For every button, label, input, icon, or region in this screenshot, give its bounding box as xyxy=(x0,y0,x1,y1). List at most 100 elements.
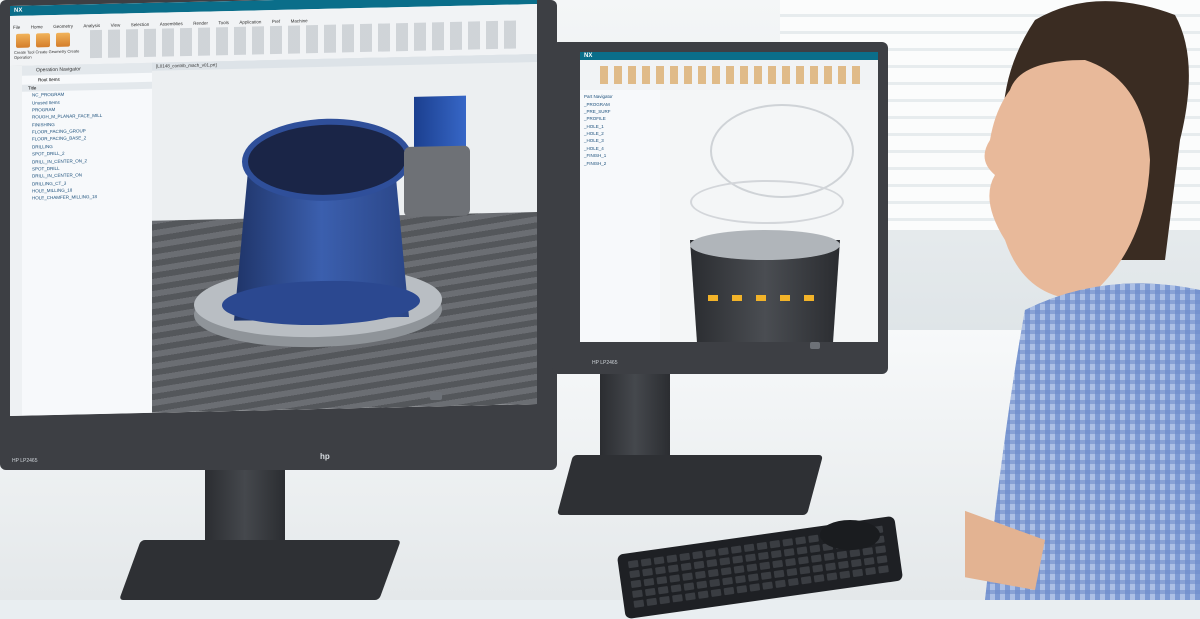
keyboard-key xyxy=(809,544,821,553)
tree-row[interactable]: _FINISH_2 xyxy=(584,159,656,166)
keyboard-key xyxy=(775,579,786,588)
tab-tools[interactable]: Tools xyxy=(218,20,229,25)
keyboard-key xyxy=(743,543,755,552)
keyboard-key xyxy=(646,597,658,607)
keyboard-key xyxy=(795,536,807,545)
keyboard-key xyxy=(849,548,861,558)
resource-bar[interactable] xyxy=(10,65,22,416)
tab-view[interactable]: View xyxy=(111,22,121,27)
ribbon-button-labels: Create Tool Create Geometry Create Opera… xyxy=(14,48,84,59)
tree-row[interactable]: _PROFILE xyxy=(584,115,656,122)
tab-assemblies[interactable]: Assemblies xyxy=(160,21,183,27)
keyboard-key xyxy=(629,569,641,579)
keyboard-key xyxy=(627,559,639,569)
nx-title-bar-right: NX xyxy=(580,52,878,60)
tab-machine[interactable]: Machine xyxy=(291,18,308,23)
fixture-top xyxy=(690,230,840,260)
part-navigator[interactable]: Part Navigator _PROGRAM _PRE_SURF _PROFILE _… xyxy=(580,90,661,342)
keyboard-key xyxy=(785,558,796,567)
graphics-window[interactable]: [L0148_contrib_mach_v01.prt] xyxy=(152,54,537,413)
keyboard-key xyxy=(695,570,706,580)
keyboard-key xyxy=(723,586,735,596)
keyboard-key xyxy=(719,557,731,566)
keyboard-key xyxy=(643,577,655,587)
keyboard-key xyxy=(735,575,746,584)
tab-selection[interactable]: Selection xyxy=(131,22,150,27)
keyboard-key xyxy=(684,592,696,601)
tree-row[interactable]: HOLE_CHAMFER_MILLING_18 xyxy=(32,192,152,202)
keyboard-key xyxy=(697,590,709,599)
keyboard-key xyxy=(812,564,824,573)
filter-value: Root Items xyxy=(38,76,60,83)
left-monitor-power-button[interactable] xyxy=(430,392,442,400)
person-figure xyxy=(835,1,1200,600)
keyboard-key xyxy=(797,556,809,565)
tree-row[interactable]: _HOLE_1 xyxy=(584,123,656,130)
keyboard-key xyxy=(800,576,812,585)
right-monitor-power-button[interactable] xyxy=(810,342,820,349)
tab-file[interactable]: File xyxy=(13,25,20,30)
keyboard-key xyxy=(640,558,652,567)
mouse-icon[interactable] xyxy=(820,520,880,550)
keyboard-key xyxy=(813,574,825,583)
tab-geometry[interactable]: Geometry xyxy=(53,24,73,29)
ribbon-tool-buttons-right[interactable] xyxy=(600,66,860,84)
tree-row[interactable]: _PRE_SURF xyxy=(584,108,656,115)
graphics-window-right[interactable] xyxy=(660,90,878,342)
tree-row[interactable]: Part Navigator xyxy=(584,93,656,100)
tab-pref[interactable]: Pref xyxy=(272,19,280,24)
tab-application[interactable]: Application xyxy=(239,19,261,24)
keyboard-key xyxy=(760,571,772,580)
keyboard-key xyxy=(823,552,835,561)
keyboard-key xyxy=(733,565,745,574)
keyboard-key xyxy=(696,580,708,589)
tree-row[interactable]: _HOLE_2 xyxy=(584,130,656,137)
clamp-inserts xyxy=(708,295,828,301)
keyboard-key xyxy=(875,545,887,554)
person xyxy=(835,0,1200,600)
keyboard-key xyxy=(720,567,732,576)
tree-row[interactable]: _HOLE_3 xyxy=(584,137,656,144)
keyboard-key xyxy=(865,566,877,576)
keyboard-key xyxy=(746,563,758,572)
keyboard-key xyxy=(876,555,888,564)
keyboard-key xyxy=(783,548,795,557)
keyboard-key xyxy=(672,594,683,603)
keyboard-key xyxy=(773,569,785,579)
tree-row[interactable]: _FINISH_1 xyxy=(584,152,656,159)
tab-render[interactable]: Render xyxy=(193,21,208,26)
keyboard-key xyxy=(667,564,679,573)
keyboard-key xyxy=(705,549,716,558)
tool-holder xyxy=(404,145,470,218)
operation-navigator[interactable]: Operation Navigator Root Items Title NC_… xyxy=(22,62,153,416)
create-tool-icon[interactable] xyxy=(16,33,30,48)
part-navigator-tree[interactable]: Part Navigator _PROGRAM _PRE_SURF _PROFILE _… xyxy=(580,90,660,170)
right-monitor: NX Part Navigator _PROGRAM _PRE_SURF _PROFI… xyxy=(552,42,888,374)
navigator-tree[interactable]: NC_PROGRAM Unused Items PROGRAM ROUGH_M_PLA… xyxy=(22,89,152,203)
create-operation-icon[interactable] xyxy=(56,32,70,47)
tree-row[interactable]: _PROGRAM xyxy=(584,100,656,107)
keyboard-key xyxy=(666,554,678,563)
keyboard-key xyxy=(799,566,811,575)
keyboard-key xyxy=(693,560,705,570)
keyboard-key xyxy=(644,587,656,597)
keyboard-key xyxy=(772,559,784,569)
tree-row[interactable]: _HOLE_4 xyxy=(584,145,656,152)
keyboard-key xyxy=(679,552,691,562)
keyboard-key xyxy=(722,576,734,586)
keyboard-key xyxy=(632,589,643,598)
keyboard-key xyxy=(670,584,682,593)
keyboard-key xyxy=(683,582,695,591)
keyboard-key xyxy=(852,568,864,578)
ghost-ring-mid xyxy=(690,180,844,224)
keyboard-key xyxy=(659,595,671,605)
keyboard-key xyxy=(862,547,874,556)
keyboard-key xyxy=(808,534,819,543)
keyboard-key xyxy=(759,561,771,570)
tab-home[interactable]: Home xyxy=(31,24,43,29)
tab-analysis[interactable]: Analysis xyxy=(83,23,100,28)
left-monitor: NX File Home Geometry Analysis View Sele… xyxy=(0,0,557,470)
create-geometry-icon[interactable] xyxy=(36,33,50,48)
keyboard-key xyxy=(642,568,653,577)
nx-logo-right: NX xyxy=(584,53,593,59)
